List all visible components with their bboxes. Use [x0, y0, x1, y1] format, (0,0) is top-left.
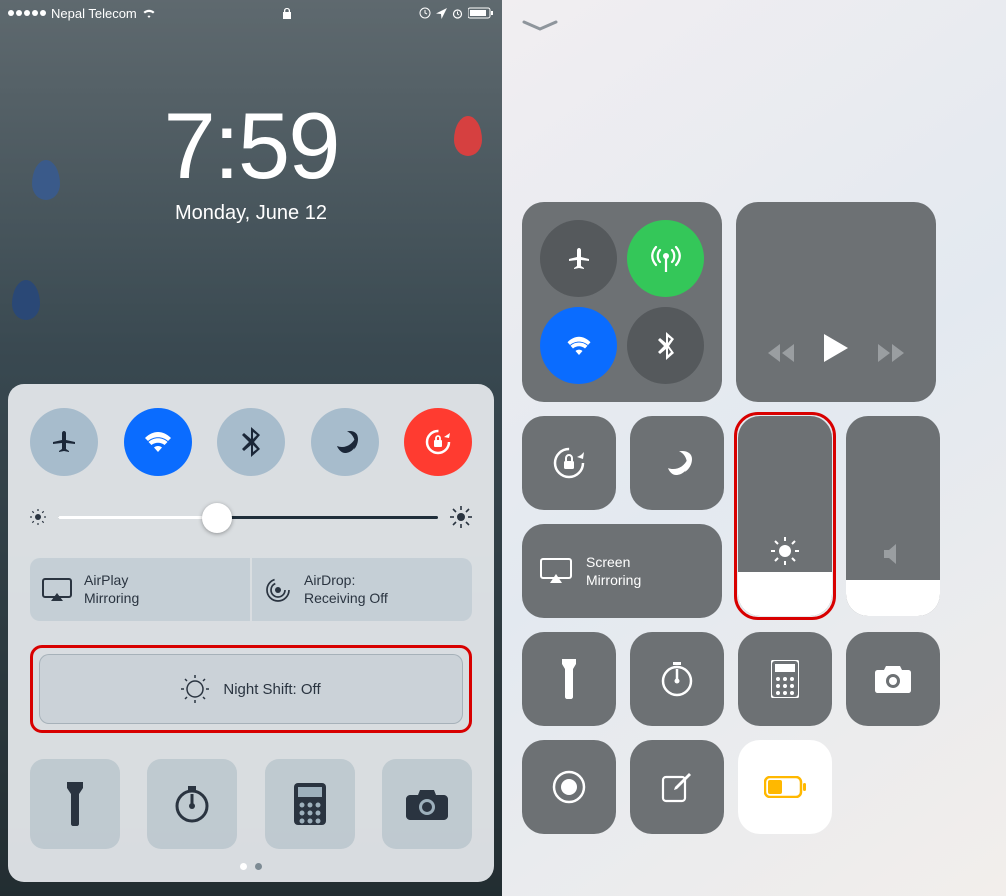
- brightness-fill: [738, 572, 832, 616]
- signal-dots-icon: [8, 10, 46, 16]
- wifi-toggle[interactable]: [124, 408, 192, 476]
- forward-icon[interactable]: [878, 344, 904, 362]
- airplay-button[interactable]: AirPlay Mirroring: [30, 558, 250, 621]
- status-bar: Nepal Telecom: [0, 0, 502, 22]
- volume-fill: [846, 580, 940, 616]
- cellular-toggle[interactable]: [627, 220, 704, 297]
- chevron-down-icon[interactable]: [522, 20, 986, 32]
- wallpaper-balloon: [12, 280, 40, 320]
- rotation-lock-icon: [549, 443, 589, 483]
- airdrop-button[interactable]: AirDrop: Receiving Off: [252, 558, 472, 621]
- camera-button[interactable]: [846, 632, 940, 726]
- screen-mirroring-button[interactable]: Screen Mirroring: [522, 524, 722, 618]
- battery-icon: [764, 776, 806, 798]
- timer-icon: [172, 784, 212, 824]
- compose-icon: [661, 771, 693, 803]
- media-card[interactable]: [736, 202, 936, 402]
- brightness-slider[interactable]: [738, 416, 832, 616]
- brightness-low-icon: [30, 509, 46, 525]
- brightness-slider[interactable]: [30, 506, 472, 528]
- play-icon[interactable]: [824, 334, 848, 362]
- night-shift-highlight: Night Shift: Off: [30, 645, 472, 733]
- page-dot: [240, 863, 247, 870]
- speaker-icon: [846, 542, 940, 566]
- flashlight-button[interactable]: [522, 632, 616, 726]
- rewind-icon[interactable]: [768, 344, 794, 362]
- carrier-label: Nepal Telecom: [51, 6, 137, 21]
- time-label: 7:59: [0, 92, 502, 200]
- bluetooth-toggle[interactable]: [217, 408, 285, 476]
- notes-button[interactable]: [630, 740, 724, 834]
- wifi-icon: [564, 334, 594, 358]
- toggles-row: [30, 408, 472, 476]
- airplane-icon: [565, 245, 593, 273]
- airdrop-icon: [264, 576, 292, 604]
- calculator-button[interactable]: [738, 632, 832, 726]
- location-icon: [436, 8, 447, 19]
- airplay-icon: [42, 578, 72, 602]
- airplane-toggle[interactable]: [30, 408, 98, 476]
- slider-fill: [58, 516, 210, 519]
- wifi-icon: [142, 8, 156, 19]
- slider-thumb[interactable]: [202, 503, 232, 533]
- lock-icon: [282, 7, 292, 20]
- airplay-label: AirPlay Mirroring: [84, 572, 139, 607]
- rotation-lock-icon: [422, 426, 454, 458]
- wifi-toggle[interactable]: [540, 307, 617, 384]
- dnd-button[interactable]: [630, 416, 724, 510]
- brightness-high-icon: [450, 506, 472, 528]
- bluetooth-icon: [242, 427, 260, 457]
- camera-icon: [406, 788, 448, 820]
- screen-mirroring-label: Screen Mirroring: [586, 553, 641, 589]
- timer-icon: [658, 660, 696, 698]
- slider-track[interactable]: [58, 516, 438, 519]
- rotation-lock-icon: [419, 7, 431, 19]
- brightness-icon: [738, 536, 832, 566]
- dnd-toggle[interactable]: [311, 408, 379, 476]
- timer-button[interactable]: [147, 759, 237, 849]
- connectivity-card[interactable]: [522, 202, 722, 402]
- tool-row: [30, 759, 472, 849]
- bluetooth-toggle[interactable]: [627, 307, 704, 384]
- night-shift-button[interactable]: Night Shift: Off: [39, 654, 463, 724]
- page-indicator: [30, 863, 472, 870]
- airdrop-label: AirDrop: Receiving Off: [304, 572, 388, 607]
- camera-icon: [874, 664, 912, 694]
- low-power-button[interactable]: [738, 740, 832, 834]
- volume-slider[interactable]: [846, 416, 940, 616]
- date-label: Monday, June 12: [0, 202, 502, 225]
- battery-icon: [468, 7, 494, 19]
- share-row: AirPlay Mirroring AirDrop: Receiving Off: [30, 558, 472, 621]
- control-center-panel: AirPlay Mirroring AirDrop: Receiving Off…: [8, 384, 494, 882]
- page-dot: [255, 863, 262, 870]
- camera-button[interactable]: [382, 759, 472, 849]
- airplane-toggle[interactable]: [540, 220, 617, 297]
- flashlight-icon: [559, 659, 579, 699]
- flashlight-icon: [63, 782, 87, 826]
- bluetooth-icon: [658, 332, 674, 360]
- calculator-button[interactable]: [265, 759, 355, 849]
- ios11-screenshot: Screen Mirroring: [502, 0, 1006, 896]
- antenna-icon: [651, 244, 681, 274]
- calculator-icon: [771, 660, 799, 698]
- control-center-grid: Screen Mirroring: [522, 202, 986, 834]
- screen-record-button[interactable]: [522, 740, 616, 834]
- flashlight-button[interactable]: [30, 759, 120, 849]
- lockscreen-clock: 7:59 Monday, June 12: [0, 22, 502, 225]
- ios10-screenshot: Nepal Telecom 7:59 Monday, June 12: [0, 0, 502, 896]
- record-icon: [551, 769, 587, 805]
- wifi-icon: [141, 429, 175, 455]
- airplay-icon: [540, 558, 572, 584]
- timer-button[interactable]: [630, 632, 724, 726]
- calculator-icon: [294, 783, 326, 825]
- night-shift-label: Night Shift: Off: [223, 681, 320, 698]
- rotation-lock-button[interactable]: [522, 416, 616, 510]
- alarm-icon: [452, 8, 463, 19]
- airplane-icon: [49, 427, 79, 457]
- night-shift-icon: [181, 675, 209, 703]
- moon-icon: [662, 448, 692, 478]
- rotation-lock-toggle[interactable]: [404, 408, 472, 476]
- moon-icon: [332, 429, 358, 455]
